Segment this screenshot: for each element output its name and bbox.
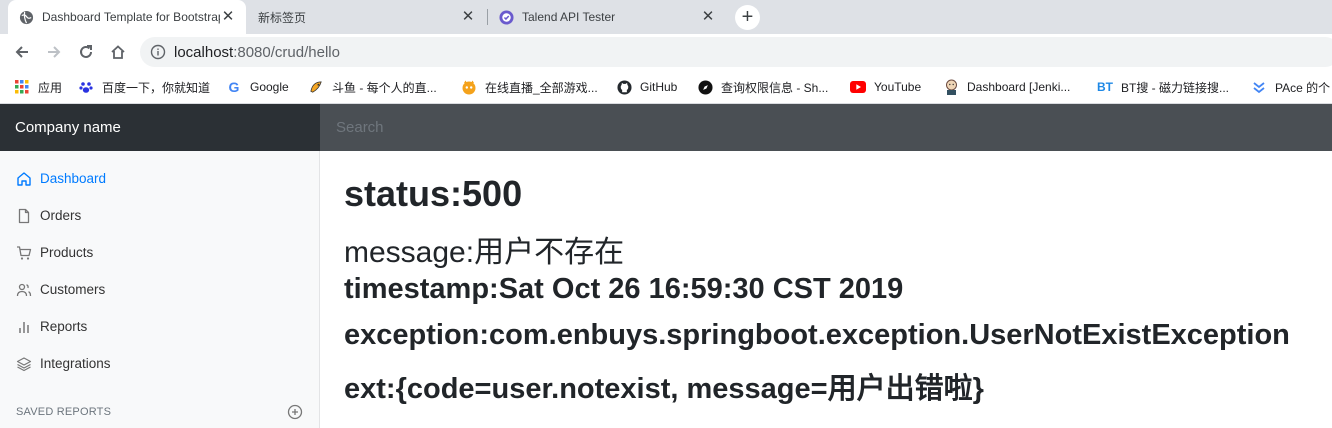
home-icon <box>16 171 32 187</box>
jenkins-icon <box>943 79 959 95</box>
error-timestamp: timestamp:Sat Oct 26 16:59:30 CST 2019 <box>344 273 904 305</box>
apps-grid-icon <box>14 79 30 95</box>
close-tab-icon[interactable]: ✕ <box>460 9 476 25</box>
chevrons-icon <box>1251 79 1267 95</box>
url-path: :8080/crud/hello <box>233 43 340 61</box>
bookmark-youtube[interactable]: YouTube <box>850 77 921 97</box>
address-bar[interactable]: localhost:8080/crud/hello <box>140 37 1332 67</box>
tab-dashboard[interactable]: Dashboard Template for Bootstrap ✕ <box>8 0 246 34</box>
google-g-icon: G <box>228 79 240 95</box>
globe-icon <box>18 9 34 25</box>
layers-icon <box>16 356 32 372</box>
bookmark-label: 在线直播_全部游戏... <box>485 80 598 95</box>
talend-icon <box>498 9 514 25</box>
bookmark-label: 应用 <box>38 80 63 95</box>
forward-icon[interactable] <box>43 41 65 63</box>
bookmark-label: GitHub <box>640 80 678 94</box>
bookmark-douyu[interactable]: 斗鱼 - 每个人的直... <box>308 77 437 97</box>
close-tab-icon[interactable]: ✕ <box>700 9 716 25</box>
bar-chart-icon <box>16 319 32 335</box>
bookmark-label: BT搜 - 磁力链接搜... <box>1121 80 1230 95</box>
browser-tab-strip: Dashboard Template for Bootstrap ✕ 新标签页 … <box>0 0 1332 34</box>
error-message: message:用户不存在 <box>344 236 625 269</box>
tab-title: Dashboard Template for Bootstrap <box>42 10 220 24</box>
sidebar-item-label: Customers <box>40 282 106 297</box>
error-status: status:500 <box>344 173 523 214</box>
bookmark-label: PAce 的个 <box>1275 80 1331 95</box>
top-navbar: Company name <box>0 104 1332 151</box>
file-icon <box>16 208 32 224</box>
search-input[interactable] <box>320 104 1332 151</box>
bt-icon: BT <box>1097 80 1113 94</box>
sidebar-item-label: Products <box>40 245 94 260</box>
tab-talend[interactable]: Talend API Tester ✕ <box>488 0 726 34</box>
reload-icon[interactable] <box>75 41 97 63</box>
bookmark-btsou[interactable]: BT BT搜 - 磁力链接搜... <box>1097 77 1229 97</box>
bookmark-shiro[interactable]: 查询权限信息 - Sh... <box>697 77 828 97</box>
users-icon <box>16 282 32 298</box>
bookmark-pace[interactable]: PAce 的个 <box>1251 77 1330 97</box>
sidebar-item-orders[interactable]: Orders <box>0 197 319 234</box>
sidebar-item-label: Reports <box>40 319 88 334</box>
bookmark-label: YouTube <box>874 80 922 94</box>
tab-title: Talend API Tester <box>522 10 616 24</box>
back-icon[interactable] <box>11 41 33 63</box>
douyu-icon <box>308 79 324 95</box>
github-icon <box>616 79 632 95</box>
close-tab-icon[interactable]: ✕ <box>220 9 236 25</box>
sidebar-item-integrations[interactable]: Integrations <box>0 345 319 382</box>
sidebar-item-label: Orders <box>40 208 82 223</box>
bookmark-github[interactable]: GitHub <box>616 77 677 97</box>
tab-title: 新标签页 <box>258 10 307 25</box>
bookmark-baidu[interactable]: 百度一下，你就知道 <box>78 77 210 97</box>
error-exception: exception:com.enbuys.springboot.exceptio… <box>344 319 1290 351</box>
sidebar-item-label: Dashboard <box>40 171 107 186</box>
baidu-paw-icon <box>78 79 94 95</box>
bookmark-google[interactable]: G Google <box>226 77 289 97</box>
error-ext: ext:{code=user.notexist, message=用户出错啦} <box>344 373 984 405</box>
new-tab-button[interactable]: + <box>735 5 760 30</box>
bookmark-label: 查询权限信息 - Sh... <box>721 80 829 95</box>
bookmark-label: Dashboard [Jenki... <box>967 80 1071 94</box>
browser-toolbar: localhost:8080/crud/hello <box>0 34 1332 70</box>
bookmark-jenkins[interactable]: Dashboard [Jenki... <box>943 77 1070 97</box>
sidebar-item-dashboard[interactable]: Dashboard <box>0 160 319 197</box>
brand-link[interactable]: Company name <box>0 104 320 151</box>
saved-reports-heading: SAVED REPORTS <box>16 406 112 418</box>
bookmark-label: 斗鱼 - 每个人的直... <box>332 80 437 95</box>
bookmark-apps[interactable]: 应用 <box>14 77 62 97</box>
url-host: localhost <box>174 43 234 61</box>
sidebar-item-products[interactable]: Products <box>0 234 319 271</box>
bookmark-label: Google <box>250 80 289 94</box>
plus-circle-icon[interactable] <box>287 404 303 420</box>
home-button-icon[interactable] <box>107 41 129 63</box>
sidebar-item-customers[interactable]: Customers <box>0 271 319 308</box>
sidebar-item-reports[interactable]: Reports <box>0 308 319 345</box>
shopping-cart-icon <box>16 245 32 261</box>
info-icon[interactable] <box>150 44 166 60</box>
sidebar-item-label: Integrations <box>40 356 111 371</box>
youtube-icon <box>850 79 866 95</box>
main-content: status:500 message:用户不存在 timestamp:Sat O… <box>320 151 1332 428</box>
compass-icon <box>697 79 713 95</box>
sidebar: Dashboard Orders Products Customers Repo… <box>0 151 320 428</box>
bookmark-huya[interactable]: 在线直播_全部游戏... <box>461 77 598 97</box>
huya-icon <box>461 79 477 95</box>
bookmark-label: 百度一下，你就知道 <box>102 80 211 95</box>
bookmarks-bar: 应用 百度一下，你就知道 G Google 斗鱼 - 每个人的直... 在线直播… <box>0 70 1332 104</box>
tab-new-page[interactable]: 新标签页 ✕ <box>248 0 486 34</box>
